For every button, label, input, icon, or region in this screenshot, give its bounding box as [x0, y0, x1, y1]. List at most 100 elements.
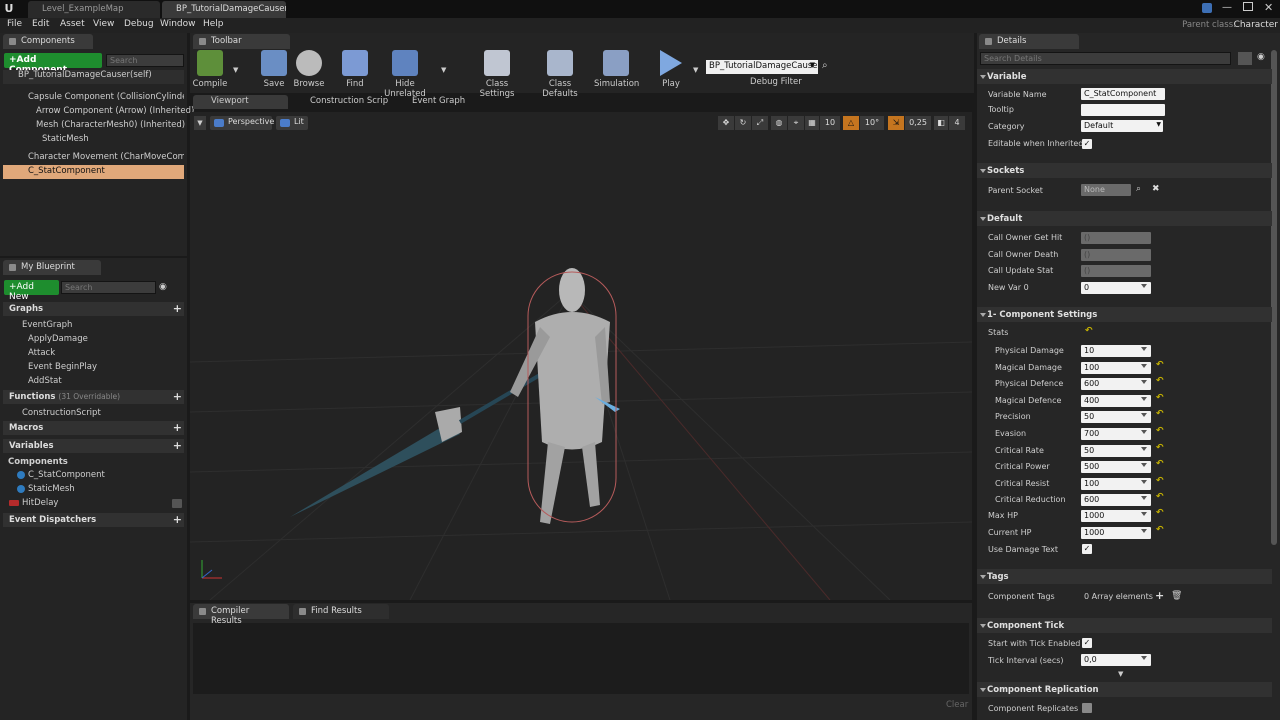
- reset-icon[interactable]: ↶: [1156, 459, 1164, 469]
- stat-field[interactable]: 500: [1081, 461, 1151, 474]
- functions-header[interactable]: Functions (31 Overridable) +: [3, 390, 184, 404]
- stat-field[interactable]: 700: [1081, 428, 1151, 440]
- graphs-header[interactable]: Graphs +: [3, 302, 184, 316]
- property-matrix-icon[interactable]: [1238, 52, 1252, 65]
- hide-unrelated-options-icon[interactable]: ▼: [441, 66, 446, 74]
- menu-window[interactable]: Window: [160, 19, 196, 29]
- stat-field[interactable]: 400: [1081, 394, 1151, 407]
- add-graph-icon[interactable]: +: [173, 303, 182, 314]
- macros-header[interactable]: Macros +: [3, 421, 184, 435]
- menu-file[interactable]: File: [7, 19, 22, 29]
- variable-item[interactable]: StaticMesh: [28, 484, 75, 494]
- editable-checkbox[interactable]: ✓: [1082, 139, 1092, 149]
- variable-section[interactable]: Variable: [977, 69, 1272, 84]
- scale-snap-icon[interactable]: ⇲: [888, 116, 904, 130]
- toolbar-tab[interactable]: Toolbar: [193, 34, 290, 49]
- rotation-snap-value[interactable]: 10°: [860, 116, 884, 130]
- doc-tab-blueprint[interactable]: BP_TutorialDamageCauser: [162, 1, 286, 18]
- reset-icon[interactable]: ↶: [1156, 393, 1164, 403]
- menu-help[interactable]: Help: [203, 19, 224, 29]
- tab-find-results[interactable]: Find Results: [293, 604, 389, 619]
- components-category[interactable]: Components: [8, 457, 68, 467]
- reset-icon[interactable]: ↶: [1156, 376, 1164, 386]
- reset-icon[interactable]: ↶: [1156, 426, 1164, 436]
- event-item[interactable]: Event BeginPlay: [28, 362, 97, 372]
- tags-section[interactable]: Tags: [977, 569, 1272, 584]
- variable-name-field[interactable]: C_StatComponent: [1081, 88, 1165, 100]
- reset-icon[interactable]: ↶: [1156, 360, 1164, 370]
- reset-icon[interactable]: ↶: [1156, 443, 1164, 453]
- reset-icon[interactable]: ↶: [1156, 476, 1164, 486]
- construction-script-item[interactable]: ConstructionScript: [22, 408, 101, 418]
- tab-viewport[interactable]: Viewport: [193, 95, 288, 109]
- class-settings-button[interactable]: Class Settings: [469, 50, 525, 99]
- play-options-icon[interactable]: ▼: [693, 66, 698, 74]
- clear-button[interactable]: Clear: [946, 700, 968, 710]
- surface-snap-icon[interactable]: ⌖: [788, 116, 804, 130]
- sockets-section[interactable]: Sockets: [977, 163, 1272, 178]
- doc-tab-level[interactable]: Level_ExampleMap: [28, 1, 160, 18]
- reset-icon[interactable]: ↶: [1085, 326, 1093, 336]
- add-component-button[interactable]: +Add Component: [4, 53, 102, 75]
- eye-icon[interactable]: ◉: [1257, 52, 1265, 62]
- tree-item-capsule[interactable]: Capsule Component (CollisionCylinder) (I…: [28, 92, 184, 102]
- add-function-icon[interactable]: +: [173, 391, 182, 402]
- stat-field[interactable]: 50: [1081, 444, 1151, 457]
- add-tag-icon[interactable]: +: [1155, 589, 1164, 602]
- tooltip-field[interactable]: [1081, 104, 1165, 116]
- save-button[interactable]: Save: [259, 50, 289, 89]
- default-section[interactable]: Default: [977, 211, 1272, 226]
- reset-icon[interactable]: ↶: [1156, 409, 1164, 419]
- find-button[interactable]: Find: [340, 50, 370, 89]
- components-search-input[interactable]: Search: [106, 54, 184, 67]
- viewport-options-icon[interactable]: ▼: [194, 116, 206, 130]
- max-hp-field[interactable]: 1000: [1081, 510, 1151, 522]
- component-tick-section[interactable]: Component Tick: [977, 618, 1272, 633]
- tab-event-graph[interactable]: Event Graph: [394, 95, 489, 109]
- parent-socket-field[interactable]: None: [1081, 184, 1131, 196]
- viewport[interactable]: [190, 112, 972, 600]
- property-value[interactable]: (): [1081, 232, 1151, 244]
- search-icon[interactable]: ⌕: [1136, 184, 1141, 194]
- reset-icon[interactable]: ↶: [1156, 508, 1164, 518]
- notification-icon[interactable]: [1202, 3, 1212, 13]
- event-item[interactable]: Attack: [28, 348, 55, 358]
- maximize-icon[interactable]: [1243, 2, 1253, 11]
- visibility-toggle-icon[interactable]: [172, 499, 182, 508]
- stat-field[interactable]: 100: [1081, 361, 1151, 374]
- grid-snap-icon[interactable]: ▦: [805, 116, 819, 130]
- add-new-button[interactable]: +Add New: [4, 280, 59, 302]
- stat-field[interactable]: 10: [1081, 345, 1151, 357]
- variable-item[interactable]: HitDelay: [22, 498, 58, 508]
- event-graph-item[interactable]: EventGraph: [22, 320, 72, 330]
- debug-object-select[interactable]: BP_TutorialDamageCauser ▼: [706, 60, 818, 74]
- eye-icon[interactable]: ◉: [159, 282, 167, 292]
- trash-icon[interactable]: 🗑: [1171, 591, 1182, 601]
- reset-icon[interactable]: ↶: [1156, 525, 1164, 535]
- clear-icon[interactable]: ✖: [1152, 184, 1160, 194]
- add-dispatcher-icon[interactable]: +: [173, 514, 182, 525]
- menu-view[interactable]: View: [93, 19, 114, 29]
- stat-field[interactable]: 600: [1081, 494, 1151, 507]
- tree-item-mesh[interactable]: Mesh (CharacterMesh0) (Inherited): [36, 120, 185, 130]
- rotation-snap-icon[interactable]: △: [843, 116, 859, 130]
- component-settings-section[interactable]: 1- Component Settings: [977, 307, 1272, 322]
- camera-speed-icon[interactable]: ◧: [934, 116, 948, 130]
- tab-compiler-results[interactable]: Compiler Results: [193, 604, 289, 626]
- advanced-expand-icon[interactable]: ▼: [1118, 670, 1123, 678]
- use-damage-text-checkbox[interactable]: ✓: [1082, 544, 1092, 554]
- start-tick-checkbox[interactable]: ✓: [1082, 638, 1092, 648]
- class-defaults-button[interactable]: Class Defaults: [532, 50, 588, 99]
- details-scrollbar[interactable]: [1271, 50, 1277, 545]
- tree-item-arrow[interactable]: Arrow Component (Arrow) (Inherited): [36, 106, 194, 116]
- grid-snap-value[interactable]: 10: [820, 116, 840, 130]
- details-tab[interactable]: Details: [979, 34, 1079, 49]
- my-blueprint-tab[interactable]: My Blueprint: [3, 260, 101, 275]
- replicates-checkbox[interactable]: [1082, 703, 1092, 713]
- camera-speed-value[interactable]: 4: [949, 116, 965, 130]
- menu-debug[interactable]: Debug: [124, 19, 154, 29]
- translate-icon[interactable]: ✥: [718, 116, 734, 130]
- browse-button[interactable]: Browse: [293, 50, 325, 89]
- scale-snap-value[interactable]: 0,25: [905, 116, 931, 130]
- compile-button[interactable]: Compile: [192, 50, 228, 89]
